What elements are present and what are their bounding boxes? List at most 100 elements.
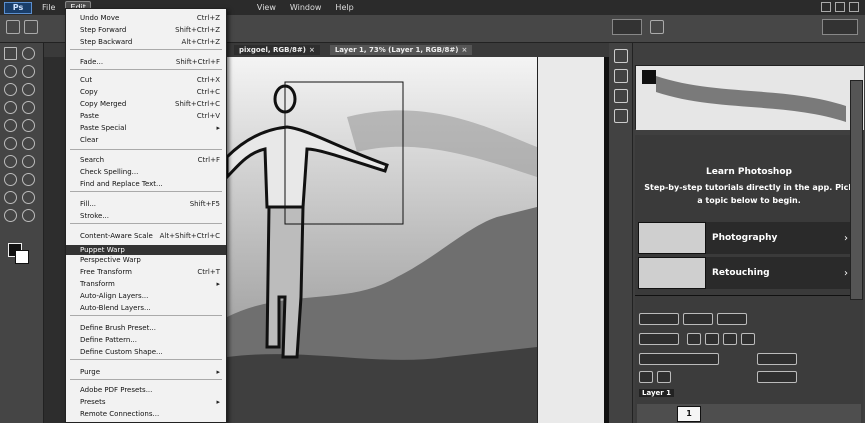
learn-panel: Learn Photoshop Step-by-step tutorials d… <box>635 135 863 295</box>
menu-item[interactable]: Define Pattern... <box>66 335 226 345</box>
brush-panel-icon[interactable] <box>614 69 628 83</box>
healing-brush-icon[interactable] <box>4 101 17 114</box>
zoom-tool-icon[interactable] <box>22 209 35 222</box>
options-field[interactable] <box>612 19 642 35</box>
move-tool-icon[interactable] <box>4 47 17 60</box>
menu-item[interactable]: Step Forward Shift+Ctrl+Z <box>66 25 226 35</box>
character-icon[interactable] <box>614 109 628 123</box>
menu-view[interactable]: View <box>253 2 280 13</box>
menu-item[interactable]: Search Ctrl+F <box>66 155 226 165</box>
lock-position-icon[interactable] <box>657 371 671 383</box>
menu-item-label: Remote Connections... <box>80 410 160 418</box>
filter-adjust-icon[interactable] <box>705 333 719 345</box>
blur-icon[interactable] <box>4 155 17 168</box>
history-icon[interactable] <box>614 49 628 63</box>
menu-item[interactable]: Find and Replace Text... <box>66 179 226 189</box>
options-dropdown-icon[interactable] <box>24 20 38 34</box>
menu-item-label: Free Transform <box>80 268 132 276</box>
background-color-swatch[interactable] <box>15 250 29 264</box>
topic-retouching[interactable]: Retouching › <box>638 257 858 289</box>
pen-tool-icon[interactable] <box>4 173 17 186</box>
filter-shape-icon[interactable] <box>741 333 755 345</box>
menu-item[interactable]: Copy Ctrl+C <box>66 87 226 97</box>
paths-tab[interactable] <box>717 313 747 325</box>
type-tool-icon[interactable] <box>22 173 35 186</box>
layers-tab[interactable] <box>639 313 679 325</box>
hand-tool-icon[interactable] <box>4 209 17 222</box>
menu-help[interactable]: Help <box>331 2 357 13</box>
color-panel[interactable] <box>635 65 864 130</box>
shape-tool-icon[interactable] <box>22 191 35 204</box>
fill-field[interactable] <box>757 371 797 383</box>
menu-item[interactable]: Fill... Shift+F5 <box>66 199 226 209</box>
gradient-icon[interactable] <box>22 137 35 150</box>
menu-item-shortcut: Ctrl+F <box>197 156 220 164</box>
clone-stamp-icon[interactable] <box>4 119 17 132</box>
lasso-tool-icon[interactable] <box>4 65 17 78</box>
menu-item-label: Step Forward <box>80 26 127 34</box>
submenu-arrow-icon: ▸ <box>216 398 220 406</box>
align-icon[interactable] <box>650 20 664 34</box>
menu-separator <box>70 69 222 70</box>
document-canvas[interactable] <box>227 57 537 423</box>
history-brush-icon[interactable] <box>22 119 35 132</box>
move-tool-icon[interactable] <box>6 20 20 34</box>
lock-pixels-icon[interactable] <box>639 371 653 383</box>
layer-row[interactable]: 1 <box>637 404 861 423</box>
menu-item-label: Content-Aware Scale <box>80 232 153 240</box>
foreground-color-chip[interactable] <box>642 70 656 84</box>
document-tab-active[interactable]: Layer 1, 73% (Layer 1, RGB/8#) × <box>329 45 473 55</box>
path-select-icon[interactable] <box>4 191 17 204</box>
close-icon[interactable]: × <box>309 46 315 54</box>
menu-item[interactable]: Paste Ctrl+V <box>66 111 226 121</box>
menu-item[interactable]: Paste Special ▸ <box>66 123 226 133</box>
menu-item[interactable]: Remote Connections... <box>66 409 226 419</box>
menu-item[interactable]: Presets ▸ <box>66 397 226 407</box>
menu-item[interactable]: Free Transform Ctrl+T <box>66 267 226 277</box>
eraser-icon[interactable] <box>4 137 17 150</box>
topic-photography[interactable]: Photography › <box>638 222 858 254</box>
menu-item[interactable]: Content-Aware Scale Alt+Shift+Ctrl+C <box>66 231 226 241</box>
quick-select-icon[interactable] <box>22 65 35 78</box>
menu-item-label: Define Brush Preset... <box>80 324 157 332</box>
menu-item[interactable]: Fade... Shift+Ctrl+F <box>66 57 226 67</box>
menu-item[interactable]: Define Brush Preset... <box>66 323 226 333</box>
menu-item[interactable]: Clear <box>66 135 226 145</box>
channels-tab[interactable] <box>683 313 713 325</box>
menu-item[interactable]: Purge ▸ <box>66 367 226 377</box>
blend-mode-dropdown[interactable] <box>639 353 719 365</box>
adjustments-icon[interactable] <box>614 89 628 103</box>
menu-item[interactable]: Puppet Warp <box>66 245 226 255</box>
filter-type-icon[interactable] <box>723 333 737 345</box>
brush-tool-icon[interactable] <box>22 101 35 114</box>
minimize-icon[interactable] <box>821 2 831 12</box>
menu-item[interactable]: Auto-Align Layers... <box>66 291 226 301</box>
menu-item[interactable]: Undo Move Ctrl+Z <box>66 13 226 23</box>
filter-kind-dropdown[interactable] <box>639 333 679 345</box>
maximize-icon[interactable] <box>835 2 845 12</box>
menu-file[interactable]: File <box>38 2 59 13</box>
menu-item[interactable]: Stroke... <box>66 211 226 221</box>
eyedropper-icon[interactable] <box>22 83 35 96</box>
dodge-icon[interactable] <box>22 155 35 168</box>
workspace-switcher[interactable] <box>822 19 858 35</box>
menu-item[interactable]: Define Custom Shape... <box>66 347 226 357</box>
menu-item[interactable]: Perspective Warp <box>66 255 226 265</box>
menu-item[interactable]: Copy Merged Shift+Ctrl+C <box>66 99 226 109</box>
document-tab[interactable]: pixgoel, RGB/8#) × <box>234 45 320 55</box>
menu-item[interactable]: Adobe PDF Presets... <box>66 385 226 395</box>
crop-tool-icon[interactable] <box>4 83 17 96</box>
menu-window[interactable]: Window <box>286 2 326 13</box>
menu-item[interactable]: Cut Ctrl+X <box>66 75 226 85</box>
marquee-tool-icon[interactable] <box>22 47 35 60</box>
menu-item[interactable]: Auto-Blend Layers... <box>66 303 226 313</box>
panel-scrollbar[interactable] <box>850 80 863 300</box>
menu-item-label: Auto-Align Layers... <box>80 292 149 300</box>
menu-item[interactable]: Step Backward Alt+Ctrl+Z <box>66 37 226 47</box>
menu-item[interactable]: Transform ▸ <box>66 279 226 289</box>
opacity-field[interactable] <box>757 353 797 365</box>
close-icon[interactable]: × <box>461 46 467 54</box>
filter-pixel-icon[interactable] <box>687 333 701 345</box>
menu-item[interactable]: Check Spelling... <box>66 167 226 177</box>
close-icon[interactable] <box>849 2 859 12</box>
